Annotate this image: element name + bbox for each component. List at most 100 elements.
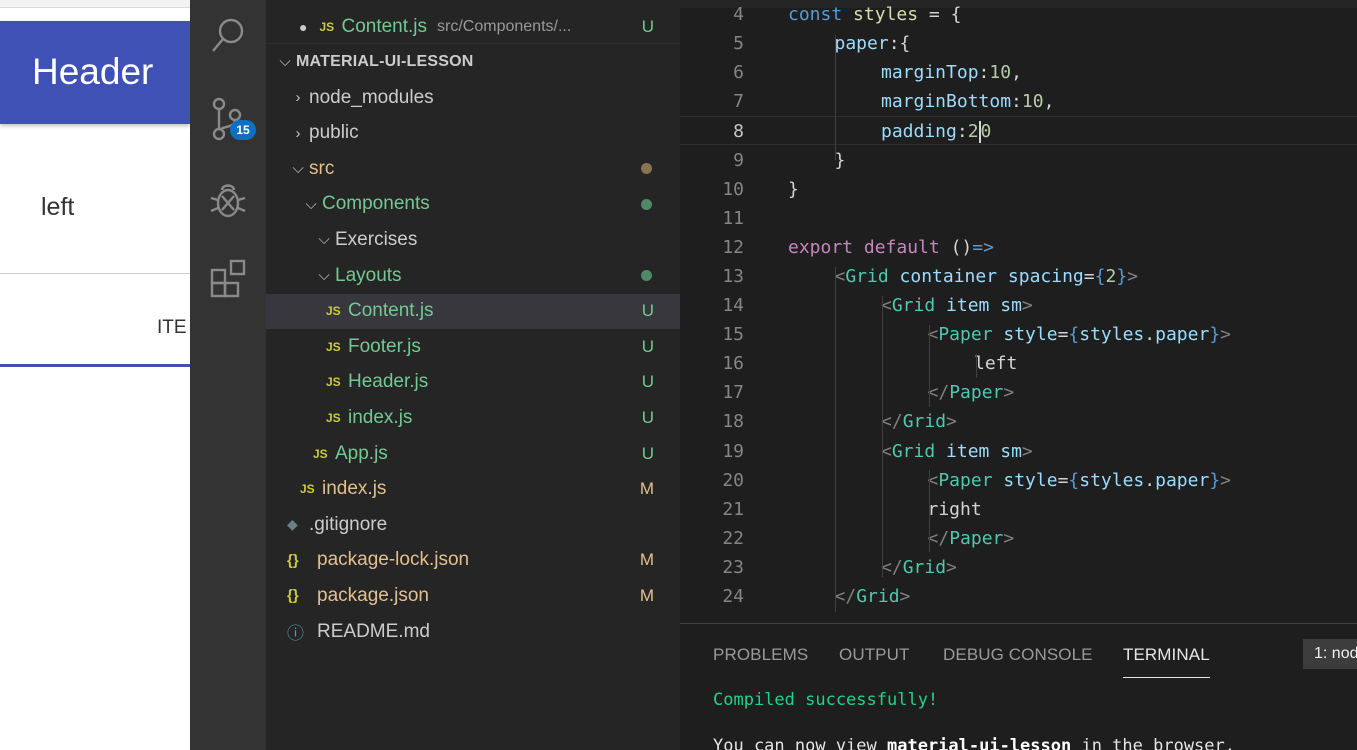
tree-item[interactable]: › public bbox=[266, 116, 680, 151]
code-token: = bbox=[1057, 324, 1069, 346]
code-line[interactable]: 18 </Grid> bbox=[680, 407, 1357, 436]
code-line[interactable]: 21 right bbox=[680, 495, 1357, 524]
code-text: <Paper style={styles.paper}> bbox=[928, 320, 1232, 349]
browser-preview: Header left ITE bbox=[0, 0, 190, 750]
tab-debug-console[interactable]: DEBUG CONSOLE bbox=[943, 645, 1093, 665]
code-line[interactable]: 16 left bbox=[680, 349, 1357, 378]
line-number: 8 bbox=[733, 121, 744, 143]
tree-item[interactable]: JS Footer.js U bbox=[266, 329, 680, 364]
code-token: > bbox=[946, 556, 957, 578]
json-file-icon: {} bbox=[287, 551, 299, 569]
file-status-badge: U bbox=[641, 301, 654, 321]
line-number: 18 bbox=[722, 411, 744, 433]
paper-divider bbox=[0, 273, 190, 274]
code-token: } bbox=[834, 149, 846, 171]
folder-status-dot bbox=[641, 270, 652, 281]
indent-guide bbox=[882, 296, 883, 577]
code-token: Paper bbox=[949, 382, 1004, 404]
tree-item[interactable]: JS Header.js U bbox=[266, 365, 680, 400]
code-token: Paper bbox=[938, 324, 993, 346]
code-line[interactable]: 4 const styles = { bbox=[680, 0, 1357, 29]
tree-item[interactable]: JS Content.js U bbox=[266, 293, 680, 329]
tab-terminal[interactable]: TERMINAL bbox=[1123, 645, 1210, 665]
code-token: > bbox=[1127, 265, 1138, 287]
line-number: 6 bbox=[733, 62, 744, 84]
code-editor[interactable]: 4 const styles = {5 paper:{6 marginTop:10, 7… bbox=[680, 0, 1357, 623]
terminal-select[interactable]: 1: node bbox=[1303, 639, 1357, 669]
tree-item[interactable]: JS App.js U bbox=[266, 436, 680, 471]
search-icon[interactable] bbox=[190, 14, 266, 58]
code-text: <Paper style={styles.paper}> bbox=[928, 466, 1232, 495]
tree-item-label: Components bbox=[322, 193, 430, 215]
footer-tab-label[interactable]: ITE bbox=[157, 317, 187, 339]
code-line[interactable]: 7 marginBottom:10, bbox=[680, 87, 1357, 116]
code-line[interactable]: 23 </Grid> bbox=[680, 553, 1357, 582]
js-file-icon: JS bbox=[300, 482, 315, 497]
activity-bar: 15 bbox=[190, 0, 266, 750]
tree-item[interactable]: ◆ .gitignore bbox=[266, 507, 680, 542]
code-line[interactable]: 24 </Grid> bbox=[680, 582, 1357, 611]
code-line[interactable]: 14 <Grid item sm> bbox=[680, 291, 1357, 320]
tree-item[interactable]: ⌵ Layouts bbox=[266, 258, 680, 293]
tree-item-label: App.js bbox=[335, 442, 388, 464]
tree-item[interactable]: ⌵ Components bbox=[266, 187, 680, 222]
code-line[interactable]: 12 export default ()=> bbox=[680, 233, 1357, 262]
terminal-output-line: Compiled successfully! bbox=[713, 690, 939, 710]
code-token: { bbox=[1068, 469, 1080, 491]
code-line[interactable]: 17 </Paper> bbox=[680, 378, 1357, 407]
code-token: paper bbox=[1155, 324, 1210, 346]
tree-item[interactable]: ⌵ src bbox=[266, 151, 680, 186]
extensions-icon[interactable] bbox=[190, 258, 266, 302]
code-token: = bbox=[1083, 265, 1095, 287]
tree-item[interactable]: {} package.json M bbox=[266, 578, 680, 613]
code-line[interactable]: 8 padding:2 0 bbox=[680, 116, 1357, 146]
code-token: right bbox=[927, 498, 982, 520]
tree-item[interactable]: JS index.js U bbox=[266, 400, 680, 435]
code-token: padding bbox=[881, 121, 957, 143]
code-line[interactable]: 15 <Paper style={styles.paper}> bbox=[680, 320, 1357, 349]
tree-item-label: node_modules bbox=[309, 86, 434, 108]
tree-item[interactable]: › node_modules bbox=[266, 80, 680, 115]
code-token: () bbox=[950, 236, 973, 258]
tree-item[interactable]: ⌵ Exercises bbox=[266, 222, 680, 257]
code-line[interactable]: 13 <Grid container spacing={2}> bbox=[680, 262, 1357, 291]
footer-tab-indicator bbox=[0, 364, 190, 367]
js-file-icon: JS bbox=[319, 19, 335, 34]
tree-item-label: package-lock.json bbox=[317, 549, 470, 571]
line-number: 10 bbox=[722, 178, 744, 200]
tree-item[interactable]: {} package-lock.json M bbox=[266, 543, 680, 578]
tree-item[interactable]: ⓘ README.md bbox=[266, 614, 680, 649]
code-token: </ bbox=[927, 382, 950, 404]
code-line[interactable]: 10} bbox=[680, 175, 1357, 204]
line-number: 9 bbox=[733, 149, 744, 171]
line-number: 14 bbox=[722, 295, 744, 316]
chevron-down-icon: ⌵ bbox=[318, 267, 330, 284]
tree-item-label: src bbox=[309, 157, 335, 179]
code-line[interactable]: 19 <Grid item sm> bbox=[680, 437, 1357, 466]
open-editor-content-js[interactable]: ● JS Content.js src/Components/... U bbox=[266, 9, 680, 44]
code-text: </Grid> bbox=[881, 553, 957, 582]
code-line[interactable]: 9} bbox=[680, 146, 1357, 175]
terminal-text: in the browser. bbox=[1071, 736, 1235, 750]
code-token: sm bbox=[989, 295, 1022, 316]
code-line[interactable]: 6 marginTop:10, bbox=[680, 58, 1357, 87]
code-token: marginBottom bbox=[881, 91, 1012, 113]
terminal-project-name: material-ui-lesson bbox=[887, 736, 1072, 750]
workspace-section-header[interactable]: ⌵ MATERIAL-UI-LESSON bbox=[266, 44, 680, 79]
tab-output[interactable]: OUTPUT bbox=[839, 645, 909, 665]
code-line[interactable]: 20 <Paper style={styles.paper}> bbox=[680, 466, 1357, 495]
chevron-down-icon: ⌵ bbox=[292, 160, 304, 178]
code-text: } bbox=[835, 146, 846, 175]
line-number: 11 bbox=[722, 207, 744, 229]
code-token: 10 bbox=[989, 62, 1012, 84]
code-line[interactable]: 22 </Paper> bbox=[680, 524, 1357, 553]
file-status-badge: M bbox=[639, 479, 654, 499]
code-line[interactable]: 11 bbox=[680, 204, 1357, 233]
code-line[interactable]: 5 paper:{ bbox=[680, 29, 1357, 58]
debug-icon[interactable] bbox=[190, 178, 266, 222]
tree-item[interactable]: JS index.js M bbox=[266, 472, 680, 507]
open-editor-name: Content.js bbox=[341, 15, 428, 37]
tab-problems[interactable]: PROBLEMS bbox=[713, 645, 808, 665]
code-token: paper bbox=[834, 33, 889, 55]
code-token: : bbox=[956, 121, 968, 143]
